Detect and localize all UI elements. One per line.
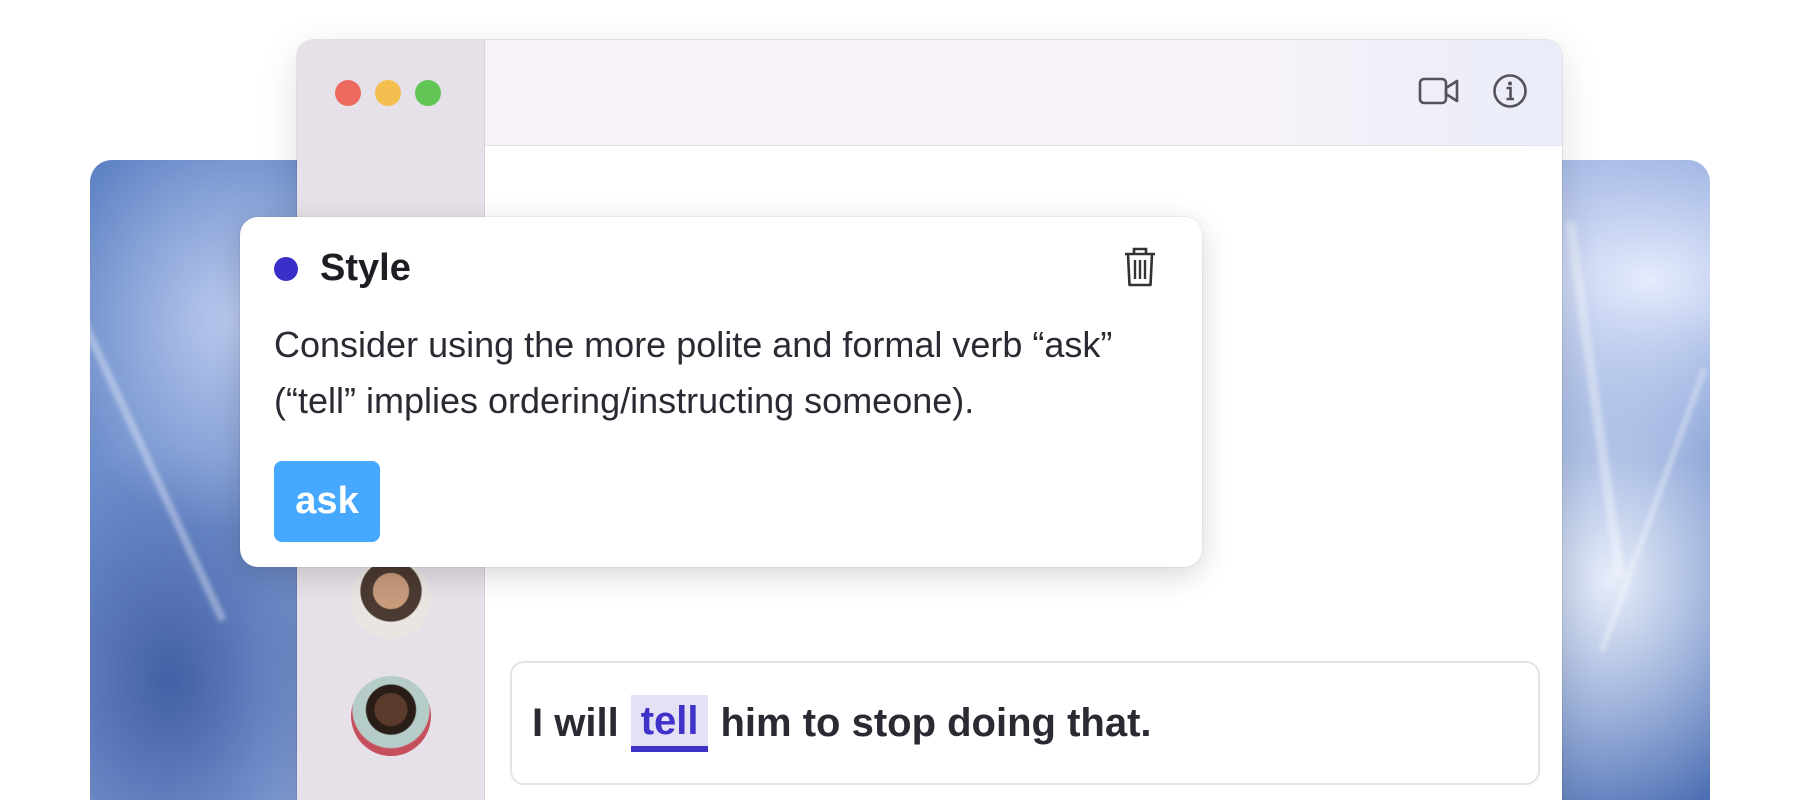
message-text-before: I will [532, 700, 619, 745]
window-controls [335, 80, 441, 106]
message-input[interactable]: I will tell him to stop doing that. [510, 661, 1540, 785]
trash-icon[interactable] [1122, 245, 1158, 289]
avatar[interactable] [351, 676, 431, 756]
bg-crease [90, 237, 227, 623]
minimize-window-button[interactable] [375, 80, 401, 106]
suggestion-card: Style Consider using the more polite and… [240, 217, 1202, 567]
close-window-button[interactable] [335, 80, 361, 106]
chat-header [485, 40, 1562, 146]
maximize-window-button[interactable] [415, 80, 441, 106]
flagged-word[interactable]: tell [630, 694, 709, 752]
avatar[interactable] [351, 559, 431, 639]
suggestion-category: Style [320, 247, 411, 289]
category-dot [274, 257, 298, 281]
info-icon[interactable] [1492, 73, 1528, 109]
accept-suggestion-button[interactable]: ask [274, 461, 380, 542]
video-camera-icon[interactable] [1418, 76, 1460, 106]
suggestion-explanation: Consider using the more polite and forma… [274, 324, 1113, 421]
message-text-after: him to stop doing that. [720, 700, 1152, 745]
header-actions [1418, 73, 1528, 109]
bg-crease [1564, 221, 1626, 579]
